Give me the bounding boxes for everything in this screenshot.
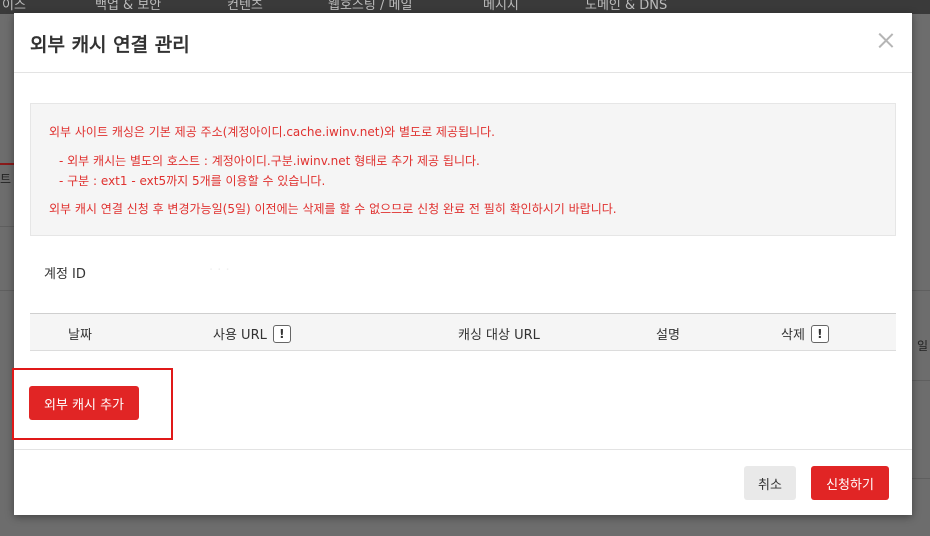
bg-nav-item: 웹호스팅 / 메일 — [328, 0, 413, 13]
bg-nav-item: 메시지 — [483, 0, 519, 13]
background-nav: 이스 백업 & 보안 컨텐츠 웹호스팅 / 메일 메시지 도메인 & DNS — [0, 0, 930, 14]
bg-nav-item: 백업 & 보안 — [95, 0, 162, 13]
bg-edge-text: 일 — [916, 339, 928, 353]
bg-nav-item: 이스 — [2, 0, 26, 13]
add-external-cache-button[interactable]: 외부 캐시 추가 — [29, 386, 139, 420]
notice-box: 외부 사이트 캐싱은 기본 제공 주소(계정아이디.cache.iwinv.ne… — [30, 103, 896, 236]
column-header-delete: 삭제 ! — [781, 324, 829, 343]
notice-line: - 구분 : ext1 - ext5까지 5개를 이용할 수 있습니다. — [59, 174, 326, 188]
column-header-date: 날짜 — [68, 328, 92, 343]
bg-nav-item: 컨텐츠 — [227, 0, 263, 13]
footer-divider — [14, 449, 912, 450]
modal-header: 외부 캐시 연결 관리 — [14, 13, 912, 73]
bg-divider — [912, 290, 930, 291]
close-icon[interactable] — [878, 32, 894, 48]
bg-divider — [0, 290, 14, 291]
column-header-description: 설명 — [656, 328, 680, 343]
column-header-target-url: 캐싱 대상 URL — [458, 328, 540, 343]
bg-divider — [912, 478, 930, 479]
column-header-use-url: 사용 URL ! — [213, 324, 291, 343]
external-cache-modal: 외부 캐시 연결 관리 외부 사이트 캐싱은 기본 제공 주소(계정아이디.ca… — [12, 13, 912, 515]
modal-title: 외부 캐시 연결 관리 — [30, 34, 190, 56]
notice-line: 외부 캐시 연결 신청 후 변경가능일(5일) 이전에는 삭제를 할 수 없으므… — [49, 202, 617, 216]
bg-edge-text: 트 — [0, 172, 12, 186]
submit-button[interactable]: 신청하기 — [811, 466, 889, 500]
info-icon[interactable]: ! — [810, 324, 829, 343]
bg-active-indicator — [0, 163, 14, 165]
cache-table-header: 날짜 사용 URL ! 캐싱 대상 URL 설명 삭제 ! — [30, 313, 896, 351]
bg-divider — [0, 226, 14, 227]
bg-divider — [912, 380, 930, 381]
notice-line: 외부 사이트 캐싱은 기본 제공 주소(계정아이디.cache.iwinv.ne… — [49, 125, 495, 139]
info-icon[interactable]: ! — [272, 324, 291, 343]
bg-nav-item: 도메인 & DNS — [585, 0, 668, 13]
cancel-button[interactable]: 취소 — [744, 466, 796, 500]
account-id-value: · · · — [209, 263, 230, 278]
account-id-label: 계정 ID — [44, 267, 86, 282]
notice-line: - 외부 캐시는 별도의 호스트 : 계정아이디.구분.iwinv.net 형태… — [59, 154, 480, 168]
